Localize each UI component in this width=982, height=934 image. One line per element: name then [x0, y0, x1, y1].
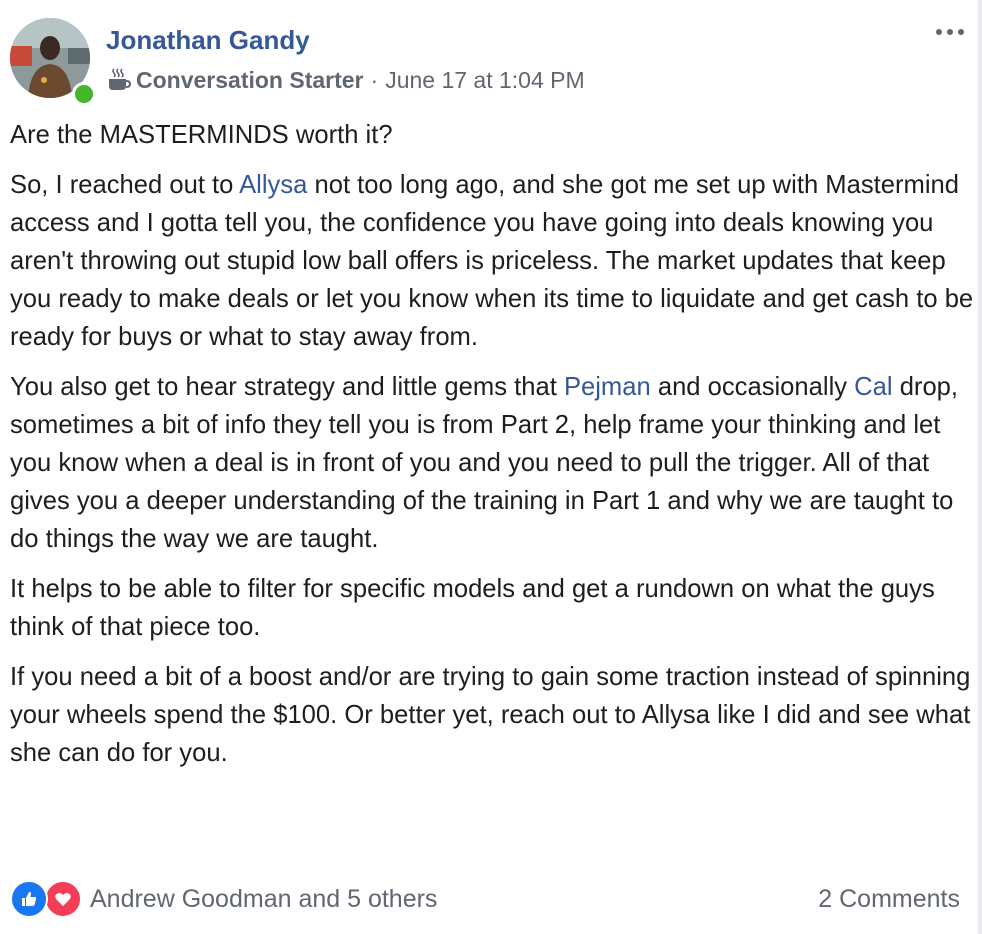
- post-meta: Conversation Starter · June 17 at 1:04 P…: [106, 64, 585, 96]
- scrollbar-track: [978, 0, 982, 934]
- reaction-names[interactable]: Andrew Goodman and 5 others: [90, 885, 437, 914]
- reactions-summary[interactable]: Andrew Goodman and 5 others: [10, 880, 437, 918]
- meta-separator: ·: [370, 66, 379, 93]
- mention-link-cal[interactable]: Cal: [854, 373, 892, 401]
- post-timestamp[interactable]: June 17 at 1:04 PM: [385, 67, 584, 94]
- dot-icon: [958, 29, 964, 35]
- post-body: Are the MASTERMINDS worth it? So, I reac…: [10, 116, 976, 784]
- avatar-container[interactable]: [10, 18, 96, 106]
- like-icon: [10, 880, 48, 918]
- mention-link-allysa[interactable]: Allysa: [239, 171, 307, 199]
- paragraph-text: So, I reached out to: [10, 171, 240, 199]
- post-footer: Andrew Goodman and 5 others 2 Comments: [10, 878, 960, 920]
- dot-icon: [947, 29, 953, 35]
- post-paragraph: You also get to hear strategy and little…: [10, 368, 976, 558]
- paragraph-text: and occasionally: [650, 373, 855, 401]
- post-paragraph: It helps to be able to filter for specif…: [10, 575, 935, 641]
- badge-label[interactable]: Conversation Starter: [136, 67, 364, 94]
- dot-icon: [936, 29, 942, 35]
- comments-count-link[interactable]: 2 Comments: [818, 885, 960, 914]
- reaction-icons: [10, 880, 84, 918]
- coffee-cup-icon: [106, 67, 132, 93]
- post-card: Jonathan Gandy Conversation Starter · Ju…: [0, 0, 982, 934]
- post-title: Are the MASTERMINDS worth it?: [10, 121, 393, 149]
- post-paragraph: If you need a bit of a boost and/or are …: [10, 663, 971, 767]
- paragraph-text: You also get to hear strategy and little…: [10, 373, 564, 401]
- online-status-indicator: [72, 82, 96, 106]
- more-options-button[interactable]: [930, 22, 970, 42]
- love-icon: [44, 880, 82, 918]
- author-name[interactable]: Jonathan Gandy: [106, 24, 310, 56]
- mention-link-pejman[interactable]: Pejman: [564, 373, 651, 401]
- post-paragraph: So, I reached out to Allysa not too long…: [10, 166, 976, 356]
